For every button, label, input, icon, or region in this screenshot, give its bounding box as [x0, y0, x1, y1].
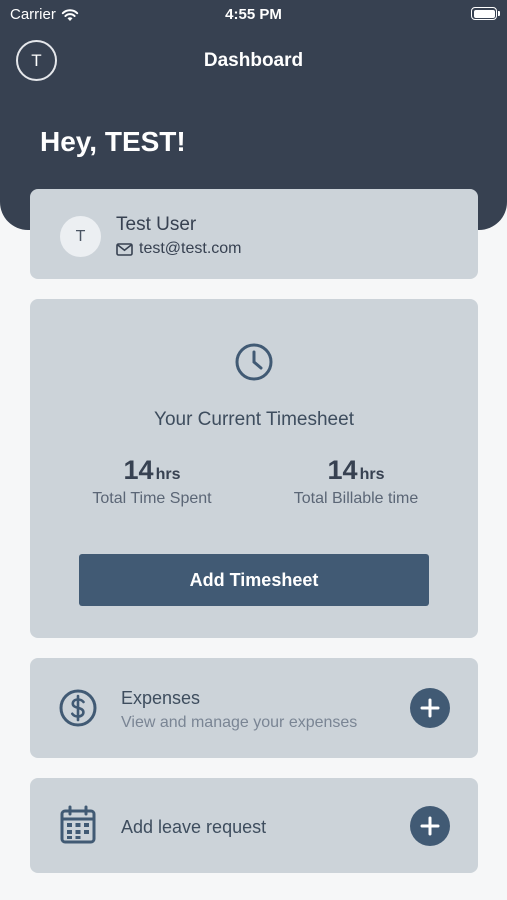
expenses-title: Expenses	[121, 688, 201, 708]
add-expense-button[interactable]	[410, 688, 450, 728]
add-timesheet-button[interactable]: Add Timesheet	[79, 554, 429, 606]
leave-request-card[interactable]: Add leave request	[30, 778, 478, 873]
calendar-icon	[60, 805, 96, 844]
add-leave-button[interactable]	[410, 806, 450, 846]
dollar-icon	[59, 689, 97, 727]
user-card: T Test User test@test.com	[30, 189, 478, 279]
battery-icon	[471, 7, 500, 20]
plus-icon	[420, 698, 440, 718]
stat-label: Total Time Spent	[92, 490, 212, 507]
greeting-text: Hey, TEST!	[40, 126, 186, 157]
status-bar: Carrier 4:55 PM	[0, 0, 507, 28]
user-email: test@test.com	[139, 240, 242, 257]
timesheet-title: Your Current Timesheet	[154, 409, 354, 430]
plus-icon	[420, 816, 440, 836]
stat-value: 14	[327, 455, 358, 485]
stat-unit: hrs	[359, 466, 385, 483]
stat-billable-time: 14 hrs Total Billable time	[256, 455, 456, 508]
stat-label: Total Billable time	[293, 490, 419, 507]
expenses-subtitle: View and manage your expenses	[121, 714, 358, 731]
user-name: Test User	[116, 214, 197, 235]
page-title: Dashboard	[203, 50, 304, 71]
status-time: 4:55 PM	[225, 6, 282, 23]
avatar: T	[60, 216, 101, 257]
timesheet-card: Your Current Timesheet 14 hrs Total Time …	[30, 299, 478, 638]
user-email-row: test@test.com	[116, 240, 242, 258]
clock-icon	[235, 343, 273, 381]
mail-icon	[116, 242, 133, 256]
stat-value: 14	[123, 455, 154, 485]
expenses-card[interactable]: Expenses View and manage your expenses	[30, 658, 478, 758]
stat-time-spent: 14 hrs Total Time Spent	[52, 455, 252, 508]
stat-unit: hrs	[155, 466, 181, 483]
leave-request-title: Add leave request	[121, 817, 267, 837]
